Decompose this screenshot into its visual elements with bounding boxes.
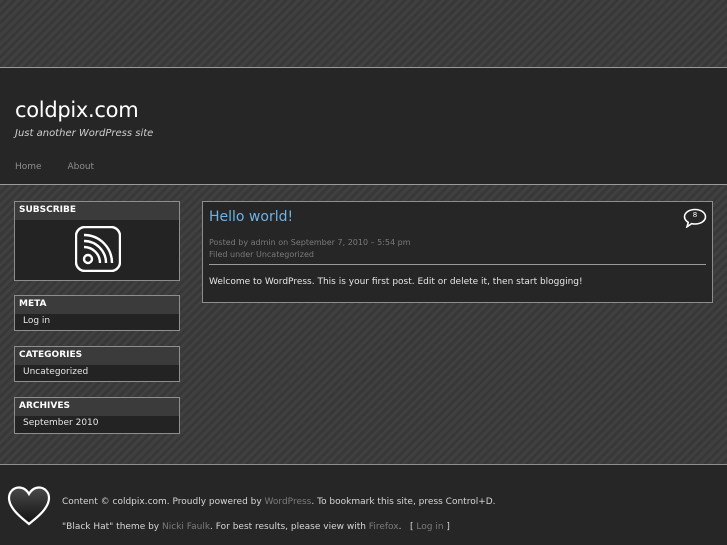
footer-text: Content © coldpix.com. Proudly powered b… [62, 497, 265, 507]
footer-text: . To bookmark this site, press Control+D… [311, 497, 496, 507]
footer-credits: Content © coldpix.com. Proudly powered b… [62, 497, 496, 507]
categories-widget: CATEGORIES Uncategorized [14, 346, 180, 382]
footer-text: ] [443, 522, 450, 532]
nav-item-about[interactable]: About [67, 162, 94, 172]
post-filed-under: Filed under Uncategorized [209, 250, 314, 259]
widget-title: META [15, 296, 179, 314]
site-footer: Content © coldpix.com. Proudly powered b… [0, 464, 727, 545]
nav-item-home[interactable]: Home [15, 162, 42, 172]
site-title[interactable]: coldpix.com [15, 98, 139, 122]
footer-text: . [ [398, 522, 417, 532]
footer-text: "Black Hat" theme by [62, 522, 162, 532]
main-nav: Home About [15, 162, 117, 172]
widget-title: ARCHIVES [15, 398, 179, 416]
archive-item[interactable]: September 2010 [15, 416, 179, 432]
post: Hello world! 8 Posted by admin on Septem… [202, 201, 713, 303]
rss-icon[interactable] [74, 225, 122, 276]
widget-title: SUBSCRIBE [15, 202, 179, 220]
post-meta: Posted by admin on September 7, 2010 – 5… [209, 237, 411, 261]
footer-theme-credits: "Black Hat" theme by Nicki Faulk. For be… [62, 522, 450, 532]
theme-author-link[interactable]: Nicki Faulk [162, 522, 210, 532]
post-divider [209, 264, 706, 265]
heart-icon [6, 485, 52, 531]
archives-widget: ARCHIVES September 2010 [14, 397, 180, 434]
meta-widget: META Log in [14, 295, 180, 331]
category-item[interactable]: Uncategorized [15, 365, 179, 381]
comment-count: 8 [692, 211, 698, 219]
firefox-link[interactable]: Firefox [369, 522, 399, 532]
widget-title: CATEGORIES [15, 347, 179, 365]
wordpress-link[interactable]: WordPress [265, 497, 312, 507]
site-header: coldpix.com Just another WordPress site … [0, 67, 727, 185]
post-title[interactable]: Hello world! [209, 209, 293, 225]
post-body: Welcome to WordPress. This is your first… [209, 277, 583, 287]
post-posted-by: Posted by admin on September 7, 2010 – 5… [209, 238, 411, 247]
site-description: Just another WordPress site [15, 128, 154, 139]
meta-item-login[interactable]: Log in [15, 314, 179, 330]
footer-text: . For best results, please view with [210, 522, 369, 532]
footer-login-link[interactable]: Log in [416, 522, 443, 532]
subscribe-widget: SUBSCRIBE [14, 201, 180, 281]
